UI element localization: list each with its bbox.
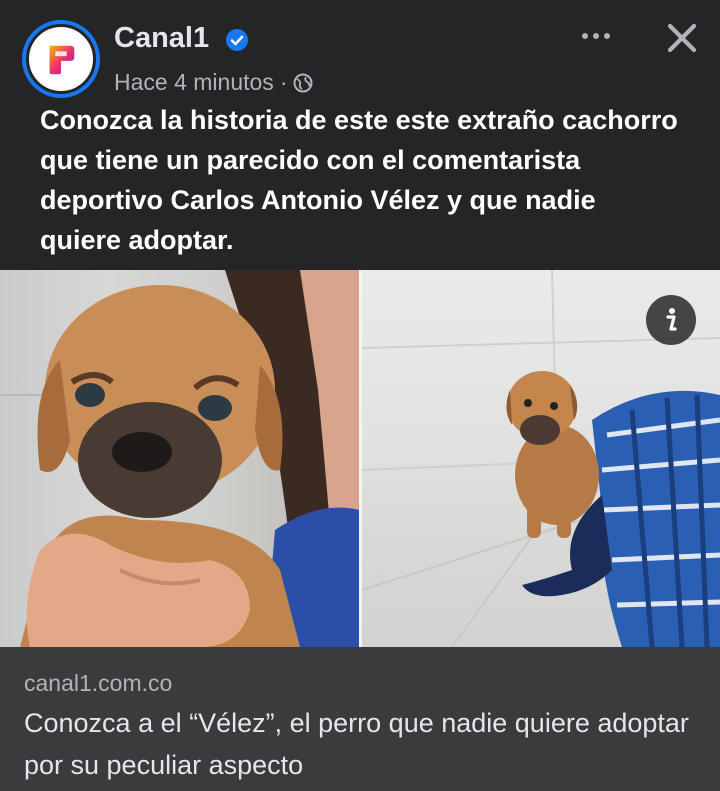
more-options-button[interactable] <box>574 22 618 50</box>
post-photos[interactable] <box>0 270 720 647</box>
meta-separator: · <box>279 69 288 95</box>
page-avatar[interactable] <box>22 20 100 98</box>
info-button[interactable] <box>646 295 696 345</box>
dot <box>593 33 599 39</box>
post-timestamp[interactable]: Hace 4 minutos <box>114 69 274 96</box>
facebook-post: Canal1 Hace 4 minutos · Conozca la histo… <box>0 0 720 791</box>
page-name[interactable]: Canal1 <box>114 22 209 55</box>
puppy-closeup-illustration <box>0 270 359 647</box>
canal1-logo <box>26 24 96 94</box>
info-icon <box>666 308 677 331</box>
verified-badge-icon <box>226 29 248 51</box>
post-caption: Conozca la historia de este este extraño… <box>40 105 678 255</box>
globe-icon <box>293 73 313 92</box>
dot <box>582 33 588 39</box>
link-domain[interactable]: canal1.com.co <box>24 670 172 697</box>
close-icon[interactable] <box>662 18 702 58</box>
link-title[interactable]: Conozca a el “Vélez”, el perro que nadie… <box>24 702 704 786</box>
canal1-logo-icon <box>49 45 75 75</box>
puppy-closeup-photo[interactable] <box>0 270 359 647</box>
dot <box>604 33 610 39</box>
post-meta: Hace 4 minutos · <box>114 69 313 96</box>
